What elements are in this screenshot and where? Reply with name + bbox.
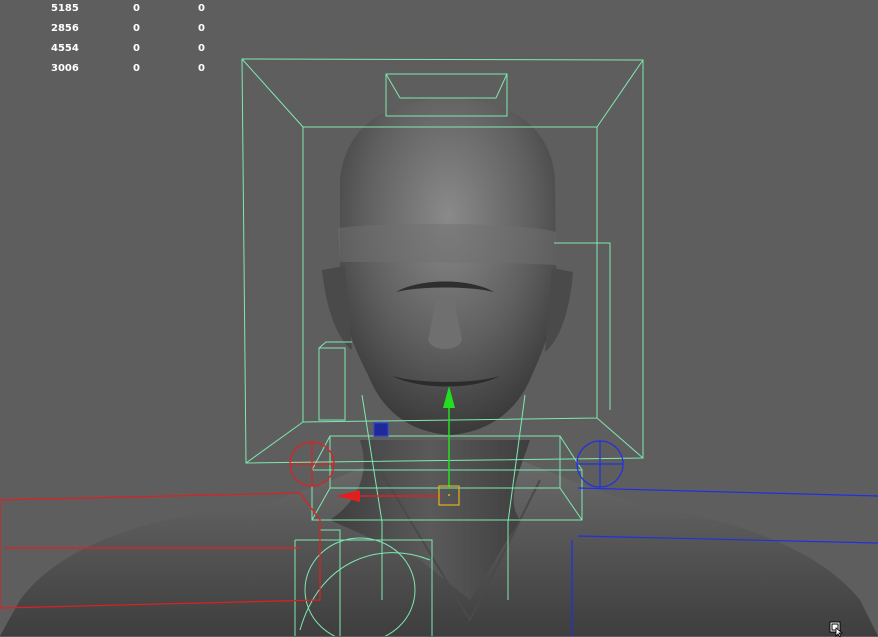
hud-value: 2856 [51,23,79,34]
mouse-cursor-icon [829,621,844,637]
hud-value: 0 [198,43,205,54]
hud-value: 0 [133,43,140,54]
hud-value: 0 [133,3,140,14]
character-body[interactable] [0,440,878,636]
hud-value: 0 [198,23,205,34]
hud-value: 5185 [51,3,79,14]
selected-vertex[interactable] [373,422,389,437]
character-head[interactable] [322,98,573,435]
3d-viewport[interactable] [0,0,878,636]
hud-value: 0 [133,23,140,34]
hud-value: 4554 [51,43,79,54]
hud-value: 0 [133,63,140,74]
hud-value: 0 [198,63,205,74]
hud-value: 0 [198,3,205,14]
hud-value: 3006 [51,63,79,74]
